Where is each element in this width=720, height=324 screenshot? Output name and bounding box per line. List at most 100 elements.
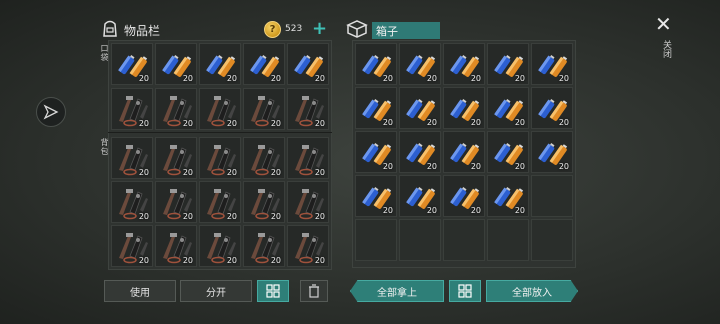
inventory-slot[interactable]: 20 [155,225,197,267]
inventory-slot[interactable]: 20 [155,43,197,85]
inventory-slot[interactable]: 20 [111,181,153,223]
item-quantity: 20 [314,119,325,128]
inventory-slot[interactable]: 20 [243,43,285,85]
backpack-icon [100,18,120,42]
inventory-slot[interactable]: 20 [111,88,153,130]
item-quantity: 20 [138,74,149,83]
trash-icon [309,284,319,298]
inventory-slot[interactable]: 20 [155,137,197,179]
item-quantity: 20 [314,212,325,221]
item-quantity: 20 [226,256,237,265]
item-quantity: 20 [382,162,393,171]
inventory-slot[interactable]: 20 [399,175,441,217]
inventory-slot[interactable]: 20 [287,181,329,223]
inventory-slot[interactable]: 20 [243,181,285,223]
empty-slot[interactable] [531,219,573,261]
inventory-slot[interactable]: 20 [487,131,529,173]
item-quantity: 20 [314,256,325,265]
inventory-slot[interactable]: 20 [111,225,153,267]
item-quantity: 20 [514,206,525,215]
item-quantity: 20 [182,212,193,221]
grid-icon [266,284,280,298]
discard-button[interactable] [300,280,328,302]
item-quantity: 20 [426,162,437,171]
inventory-slot[interactable]: 20 [487,175,529,217]
inventory-slot[interactable]: 20 [287,225,329,267]
box-title: 箱子 [372,22,440,39]
item-quantity: 20 [470,118,481,127]
inventory-slot[interactable]: 20 [531,43,573,85]
item-quantity: 20 [226,212,237,221]
close-label[interactable]: 关闭 [660,40,673,58]
item-quantity: 20 [138,212,149,221]
item-quantity: 20 [226,119,237,128]
inventory-slot[interactable]: 20 [531,131,573,173]
item-quantity: 20 [382,118,393,127]
inventory-slot[interactable]: 20 [199,88,241,130]
item-quantity: 20 [314,168,325,177]
inventory-slot[interactable]: 20 [199,137,241,179]
inventory-slot[interactable]: 20 [531,87,573,129]
inventory-slot[interactable]: 20 [287,137,329,179]
inventory-slot[interactable]: 20 [111,43,153,85]
inventory-slot[interactable]: 20 [399,87,441,129]
send-arrow-icon [43,104,59,120]
inventory-slot[interactable]: 20 [287,43,329,85]
inventory-slot[interactable]: 20 [199,43,241,85]
inventory-slot[interactable]: 20 [243,137,285,179]
item-quantity: 20 [270,119,281,128]
inventory-slot[interactable]: 20 [487,87,529,129]
item-quantity: 20 [514,118,525,127]
inventory-slot[interactable]: 20 [443,43,485,85]
inventory-slot[interactable]: 20 [355,43,397,85]
item-quantity: 20 [382,74,393,83]
inventory-slot[interactable]: 20 [155,181,197,223]
item-quantity: 20 [514,74,525,83]
put-all-button[interactable]: 全部放入 [486,280,578,302]
inventory-slot[interactable]: 20 [199,225,241,267]
inventory-slot[interactable]: 20 [487,43,529,85]
sort-box-button[interactable] [449,280,481,302]
quick-action-button[interactable] [36,97,66,127]
inventory-slot[interactable]: 20 [399,43,441,85]
inventory-slot[interactable]: 20 [243,225,285,267]
empty-slot[interactable] [399,219,441,261]
item-quantity: 20 [558,118,569,127]
item-quantity: 20 [426,118,437,127]
inventory-slot[interactable]: 20 [155,88,197,130]
item-quantity: 20 [226,168,237,177]
use-button[interactable]: 使用 [104,280,176,302]
sort-inventory-button[interactable] [257,280,289,302]
item-quantity: 20 [270,256,281,265]
inventory-slot[interactable]: 20 [399,131,441,173]
empty-slot[interactable] [355,219,397,261]
split-button[interactable]: 分开 [180,280,252,302]
item-quantity: 20 [558,162,569,171]
add-coins-button[interactable]: + [312,20,327,38]
inventory-title: 物品栏 [124,24,161,38]
close-icon[interactable]: ✕ [655,12,672,36]
inventory-slot[interactable]: 20 [111,137,153,179]
item-quantity: 20 [138,119,149,128]
inventory-slot[interactable]: 20 [355,175,397,217]
inventory-slot[interactable]: 20 [355,131,397,173]
empty-slot[interactable] [443,219,485,261]
inventory-slot[interactable]: 20 [443,175,485,217]
item-quantity: 20 [270,74,281,83]
inventory-slot[interactable]: 20 [243,88,285,130]
take-all-button[interactable]: 全部拿上 [350,280,444,302]
item-quantity: 20 [426,206,437,215]
inventory-slot[interactable]: 20 [355,87,397,129]
item-quantity: 20 [138,256,149,265]
empty-slot[interactable] [487,219,529,261]
inventory-slot[interactable]: 20 [199,181,241,223]
inventory-slot[interactable]: 20 [443,87,485,129]
coin-icon: ? [264,21,281,38]
coin-count: 523 [285,24,303,34]
empty-slot[interactable] [531,175,573,217]
inventory-slot[interactable]: 20 [443,131,485,173]
inventory-slot[interactable]: 20 [287,88,329,130]
item-quantity: 20 [314,74,325,83]
item-quantity: 20 [470,162,481,171]
item-quantity: 20 [138,168,149,177]
